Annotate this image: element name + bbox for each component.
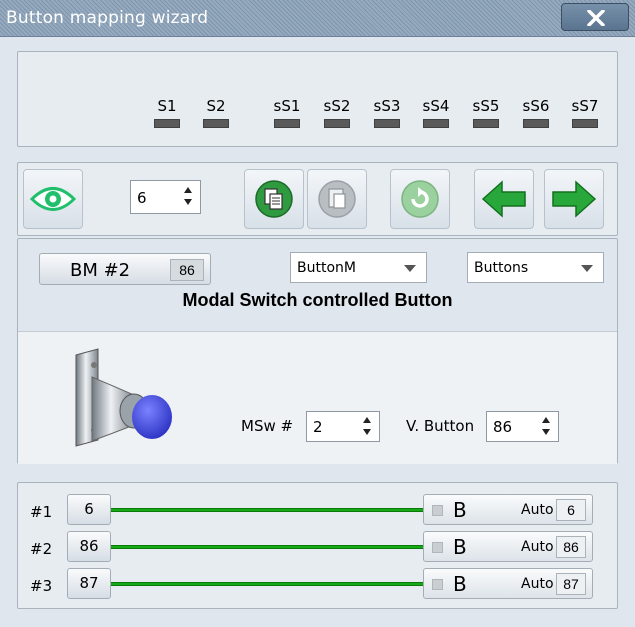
paste-button[interactable]	[307, 169, 367, 229]
target-checkbox[interactable]	[432, 542, 443, 553]
title-bar: Button mapping wizard	[0, 0, 635, 37]
view-button[interactable]	[23, 169, 83, 229]
led-ss7: sS7	[570, 97, 600, 128]
close-icon	[587, 10, 605, 26]
msw-spinner[interactable]: 2	[306, 411, 380, 442]
copy-icon	[255, 180, 293, 218]
mapping-wire	[111, 508, 423, 512]
mapping-wire	[111, 545, 423, 549]
msw-spinner-value: 2	[313, 418, 323, 436]
paste-icon	[318, 180, 356, 218]
led-indicator	[154, 119, 180, 128]
row-id-button[interactable]: 86	[67, 531, 111, 562]
led-label: S2	[206, 97, 226, 115]
target-label: B	[453, 535, 467, 559]
spinner-arrows[interactable]	[542, 417, 550, 435]
toolbar-panel: 6	[17, 162, 618, 236]
led-label: sS7	[571, 97, 599, 115]
target-value: 87	[556, 573, 586, 595]
chevron-down-icon	[581, 265, 593, 272]
eye-icon	[29, 187, 77, 211]
row-number: #2	[30, 540, 53, 558]
push-button-image	[75, 348, 172, 447]
led-label: sS5	[472, 97, 500, 115]
mapping-wire	[111, 582, 423, 586]
row-id-button[interactable]: 87	[67, 568, 111, 599]
mode-heading: Modal Switch controlled Button	[182, 290, 453, 310]
led-label: sS1	[273, 97, 301, 115]
led-ss5: sS5	[471, 97, 501, 128]
target-value: 86	[556, 536, 586, 558]
reset-button[interactable]	[390, 169, 450, 229]
led-indicator	[203, 119, 229, 128]
led-indicator	[473, 119, 499, 128]
next-button[interactable]	[544, 169, 604, 229]
target-label: B	[453, 498, 467, 522]
category-combo[interactable]: Buttons	[467, 252, 604, 283]
led-indicator	[324, 119, 350, 128]
bm-badge: 86	[170, 259, 204, 281]
chevron-down-icon	[404, 265, 416, 272]
led-label: sS4	[422, 97, 450, 115]
auto-label: Auto	[521, 539, 554, 555]
led-label: S1	[157, 97, 177, 115]
previous-button[interactable]	[474, 169, 534, 229]
type-combo[interactable]: ButtonM	[290, 252, 427, 283]
msw-label: MSw #	[241, 417, 294, 435]
vbutton-spinner[interactable]: 86	[486, 411, 559, 442]
copy-button[interactable]	[244, 169, 304, 229]
bm-button-label: BM #2	[70, 260, 131, 281]
led-ss1: sS1	[272, 97, 302, 128]
arrow-left-icon	[481, 180, 526, 218]
target-label: B	[453, 572, 467, 596]
category-combo-value: Buttons	[474, 260, 529, 276]
target-value: 6	[556, 499, 586, 521]
led-ss4: sS4	[421, 97, 451, 128]
row-id-button[interactable]: 6	[67, 494, 111, 525]
led-indicator	[274, 119, 300, 128]
led-s2: S2	[201, 97, 231, 128]
led-ss2: sS2	[322, 97, 352, 128]
arrow-right-icon	[552, 180, 597, 218]
led-s1: S1	[152, 97, 182, 128]
slot-spinner[interactable]: 6	[130, 180, 201, 214]
vbutton-spinner-value: 86	[493, 418, 513, 436]
row-target-button[interactable]: B Auto 87	[423, 568, 593, 599]
type-combo-value: ButtonM	[297, 260, 356, 276]
led-indicator	[523, 119, 549, 128]
led-indicator	[423, 119, 449, 128]
led-ss6: sS6	[521, 97, 551, 128]
close-button[interactable]	[561, 3, 629, 31]
window-title: Button mapping wizard	[6, 8, 209, 28]
spinner-arrows[interactable]	[363, 417, 371, 435]
window-body: S1 S2 sS1 sS2 sS3 sS4 sS5 sS6 sS7 6 BM #…	[0, 37, 635, 627]
auto-label: Auto	[521, 576, 554, 592]
refresh-icon	[401, 180, 439, 218]
led-ss3: sS3	[372, 97, 402, 128]
row-target-button[interactable]: B Auto 6	[423, 494, 593, 525]
led-label: sS6	[522, 97, 550, 115]
row-number: #1	[30, 503, 53, 521]
slot-spinner-value: 6	[137, 189, 147, 207]
auto-label: Auto	[521, 502, 554, 518]
vbutton-label: V. Button	[406, 417, 475, 435]
led-panel: S1 S2 sS1 sS2 sS3 sS4 sS5 sS6 sS7	[17, 51, 618, 147]
led-label: sS3	[373, 97, 401, 115]
spinner-arrows[interactable]	[184, 187, 192, 205]
target-checkbox[interactable]	[432, 505, 443, 516]
target-checkbox[interactable]	[432, 579, 443, 590]
led-indicator	[374, 119, 400, 128]
led-indicator	[572, 119, 598, 128]
led-label: sS2	[323, 97, 351, 115]
row-target-button[interactable]: B Auto 86	[423, 531, 593, 562]
row-number: #3	[30, 577, 53, 595]
bm-select-button[interactable]: BM #2 86	[39, 253, 211, 285]
